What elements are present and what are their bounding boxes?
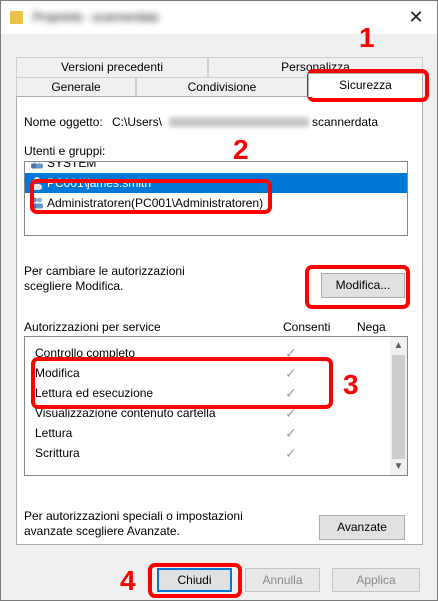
permission-row: Lettura ✓	[35, 425, 297, 441]
change-permissions-text-1: Per cambiare le autorizzazioni	[24, 264, 185, 278]
scroll-thumb[interactable]	[392, 355, 405, 459]
scroll-up-icon[interactable]: ▲	[390, 337, 407, 354]
tab-general[interactable]: Generale	[16, 77, 136, 97]
object-name-suffix: scannerdata	[312, 115, 379, 129]
annotation-number-4: 4	[120, 565, 136, 596]
folder-icon	[10, 11, 23, 24]
close-window-button[interactable]: ✕	[395, 1, 437, 34]
dialog-client-area: Versioni precedenti Personalizza General…	[1, 34, 437, 600]
annotation-number-2: 2	[233, 134, 249, 165]
security-panel: Nome oggetto: C:\Users\ scannerdata Uten…	[16, 96, 423, 545]
allow-check-icon: ✓	[285, 425, 297, 441]
permissions-scrollbar[interactable]: ▲ ▼	[390, 337, 407, 475]
permissions-label: Autorizzazioni per service	[24, 320, 161, 334]
permission-row: Scrittura ✓	[35, 445, 297, 461]
change-permissions-text-2: scegliere Modifica.	[24, 279, 124, 293]
advanced-text-2: avanzate scegliere Avanzate.	[24, 524, 180, 538]
object-name-label: Nome oggetto:	[24, 115, 103, 129]
annotation-box-permissions	[31, 357, 333, 409]
annotation-box-edit	[305, 265, 410, 309]
advanced-button[interactable]: Avanzate	[319, 515, 405, 540]
annotation-number-3: 3	[343, 369, 359, 400]
object-name-prefix: C:\Users\	[112, 115, 163, 129]
allow-check-icon: ✓	[285, 445, 297, 461]
scroll-down-icon[interactable]: ▼	[390, 458, 407, 475]
list-item-system[interactable]: SYSTEM	[25, 162, 407, 173]
groups-label: Utenti e gruppi:	[24, 144, 106, 158]
tab-security[interactable]: Sicurezza	[308, 73, 423, 97]
window-title: Proprietà - scannerdata	[33, 10, 159, 24]
annotation-number-1: 1	[359, 22, 375, 53]
redacted-path	[169, 117, 309, 127]
cancel-button[interactable]: Annulla	[245, 568, 320, 592]
properties-dialog: Proprietà - scannerdata ✕ Versioni prece…	[0, 0, 438, 601]
tab-sharing[interactable]: Condivisione	[136, 77, 308, 97]
allow-header: Consenti	[283, 320, 331, 334]
annotation-box-close	[148, 563, 242, 598]
tab-previous-versions[interactable]: Versioni precedenti	[16, 57, 208, 77]
deny-header: Nega	[357, 320, 386, 334]
advanced-text-1: Per autorizzazioni speciali o impostazio…	[24, 509, 243, 523]
close-icon: ✕	[408, 7, 424, 27]
apply-button[interactable]: Applica	[332, 568, 420, 592]
group-icon	[31, 162, 43, 169]
annotation-box-user	[30, 179, 272, 214]
